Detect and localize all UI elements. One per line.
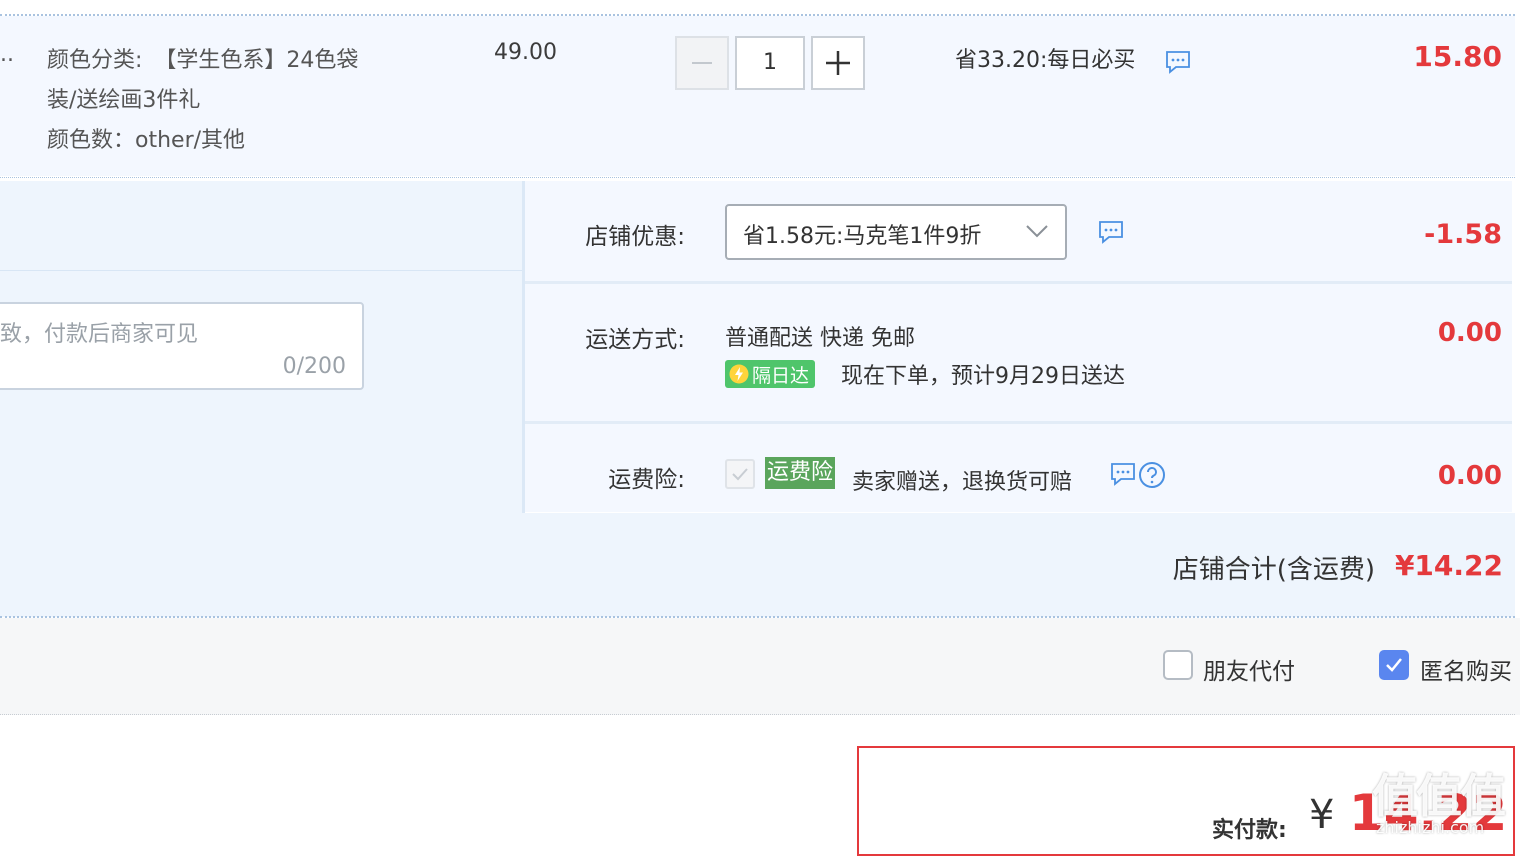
sku-value: 【学生色系】24色袋 [154, 48, 359, 73]
promo-chat-icon[interactable] [1165, 50, 1191, 78]
shop-discount-amount: -1.58 [1424, 219, 1502, 250]
lightning-icon [729, 364, 749, 384]
shipping-method: 普通配送 快递 免邮 [725, 326, 915, 351]
shipping-row: 运送方式: 普通配送 快递 免邮 隔日达 现在下单，预计9月29日送达 0.00 [525, 284, 1512, 421]
sku-label: 颜色分类: [47, 48, 143, 73]
promo-text: 省33.20:每日必买 [955, 48, 1136, 73]
shipping-insurance-row: 运费险: 运费险 卖家赠送，退换货可赔 0.00 [525, 424, 1512, 512]
chevron-down-icon [1025, 220, 1049, 246]
options-divider [0, 714, 1515, 715]
product-title-ellipsis: .. [0, 42, 14, 67]
minus-icon [692, 62, 712, 64]
anonymous-checkbox[interactable] [1379, 650, 1409, 680]
memo-placeholder: 致，付款后商家可见 [0, 322, 199, 347]
check-icon [1386, 658, 1402, 672]
watermark-logo: 值值值 [1372, 769, 1506, 823]
insurance-badge: 运费险 [765, 457, 836, 489]
item-subtotal: 15.80 [1413, 40, 1502, 73]
insurance-amount: 0.00 [1437, 461, 1502, 491]
order-options-bar: 朋友代付 匿名购买 [0, 618, 1520, 715]
next-day-badge: 隔日达 [725, 360, 816, 388]
quantity-decrease-button[interactable] [675, 36, 729, 90]
shop-coupon-select[interactable]: 省1.58元:马克笔1件9折 [725, 204, 1067, 260]
currency-symbol: ¥ [1309, 792, 1335, 838]
shop-total-label: 店铺合计(含运费) [1172, 555, 1375, 585]
insurance-label: 运费险: [608, 467, 685, 493]
plus-icon [826, 51, 850, 75]
product-row: .. 颜色分类: 【学生色系】24色袋 装/送绘画3件礼 颜色数：other/其他… [0, 16, 1515, 176]
sku-color-count: 颜色数：other/其他 [47, 128, 246, 153]
next-day-label: 隔日达 [752, 364, 810, 387]
payment-label: 实付款: [1212, 818, 1287, 843]
memo-panel-divider [0, 270, 522, 271]
coupon-chat-icon[interactable] [1098, 220, 1124, 248]
anonymous-label[interactable]: 匿名购买 [1420, 652, 1512, 686]
product-divider [0, 177, 1515, 178]
quantity-increase-button[interactable] [811, 36, 865, 90]
friend-pay-label[interactable]: 朋友代付 [1203, 652, 1295, 686]
shipping-label: 运送方式: [585, 327, 685, 353]
watermark-site: zhizhizhi.com [1376, 818, 1485, 837]
shop-discount-label: 店铺优惠: [585, 224, 685, 250]
shop-total-amount: ¥14.22 [1394, 549, 1503, 582]
unit-price: 49.00 [494, 40, 557, 65]
check-icon [732, 468, 748, 481]
shipping-eta: 现在下单，预计9月29日送达 [841, 364, 1125, 389]
shop-coupon-value: 省1.58元:马克笔1件9折 [743, 224, 982, 249]
insurance-text: 卖家赠送，退换货可赔 [852, 470, 1073, 495]
sku-value-continued: 装/送绘画3件礼 [47, 88, 201, 113]
quantity-input[interactable]: 1 [735, 36, 805, 90]
memo-char-count: 0/200 [282, 354, 346, 379]
buyer-memo-input[interactable]: 致，付款后商家可见 0/200 [0, 302, 364, 390]
insurance-chat-icon[interactable] [1110, 462, 1136, 490]
shipping-amount: 0.00 [1437, 318, 1502, 348]
friend-pay-checkbox[interactable] [1163, 650, 1193, 680]
insurance-checkbox[interactable] [725, 459, 755, 489]
sku-color-category: 颜色分类: 【学生色系】24色袋 [47, 42, 358, 74]
help-icon[interactable] [1138, 461, 1166, 493]
shop-total-bar: 店铺合计(含运费) ¥14.22 [0, 513, 1515, 617]
